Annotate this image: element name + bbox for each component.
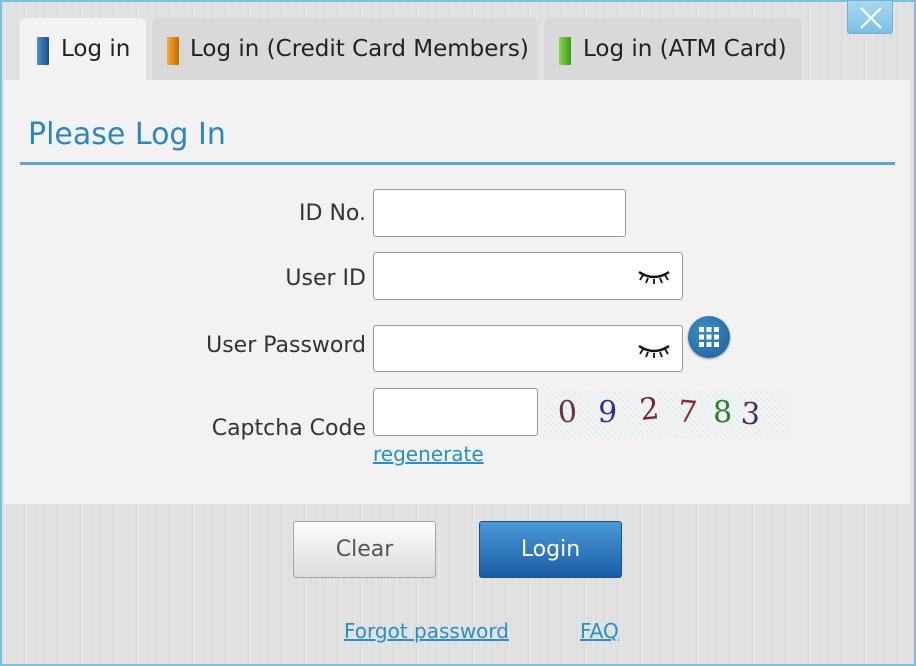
captcha-char: 2 — [638, 391, 661, 428]
heading-divider — [20, 162, 895, 165]
faq-link[interactable]: FAQ — [580, 619, 619, 643]
forgot-password-link[interactable]: Forgot password — [344, 619, 509, 643]
login-button[interactable]: Login — [479, 521, 622, 578]
tab-label: Log in — [61, 36, 131, 62]
tab-log-in[interactable]: Log in — [20, 18, 146, 82]
tab-atm-card[interactable]: Log in (ATM Card) — [544, 18, 801, 80]
show-password-eye-icon[interactable] — [637, 340, 671, 360]
captcha-label: Captcha Code — [211, 416, 366, 441]
password-label: User Password — [206, 333, 366, 358]
tab-color-bar — [37, 37, 49, 65]
close-icon — [860, 7, 882, 29]
tab-label: Log in (ATM Card) — [583, 36, 787, 62]
close-button[interactable] — [847, 0, 893, 34]
captcha-field[interactable] — [373, 388, 538, 436]
tab-color-bar — [559, 37, 571, 65]
id-no-field[interactable] — [373, 189, 626, 237]
captcha-char: 8 — [712, 394, 733, 431]
regenerate-captcha-link[interactable]: regenerate — [373, 442, 484, 466]
user-id-label: User ID — [285, 266, 366, 291]
captcha-char: 7 — [676, 394, 699, 431]
tab-credit-card-members[interactable]: Log in (Credit Card Members) — [152, 18, 538, 80]
show-user-id-eye-icon[interactable] — [637, 266, 671, 286]
captcha-char: 9 — [597, 394, 618, 431]
keypad-grid-icon — [699, 327, 719, 347]
clear-button[interactable]: Clear — [293, 521, 436, 578]
captcha-char: 0 — [556, 394, 579, 431]
tab-label: Log in (Credit Card Members) — [190, 36, 529, 62]
page-title: Please Log In — [28, 117, 226, 152]
virtual-keypad-button[interactable] — [688, 316, 730, 358]
captcha-image: 0 9 2 7 8 3 — [543, 391, 790, 439]
captcha-char: 3 — [739, 396, 762, 433]
tab-color-bar — [167, 37, 179, 65]
id-no-label: ID No. — [299, 201, 366, 226]
